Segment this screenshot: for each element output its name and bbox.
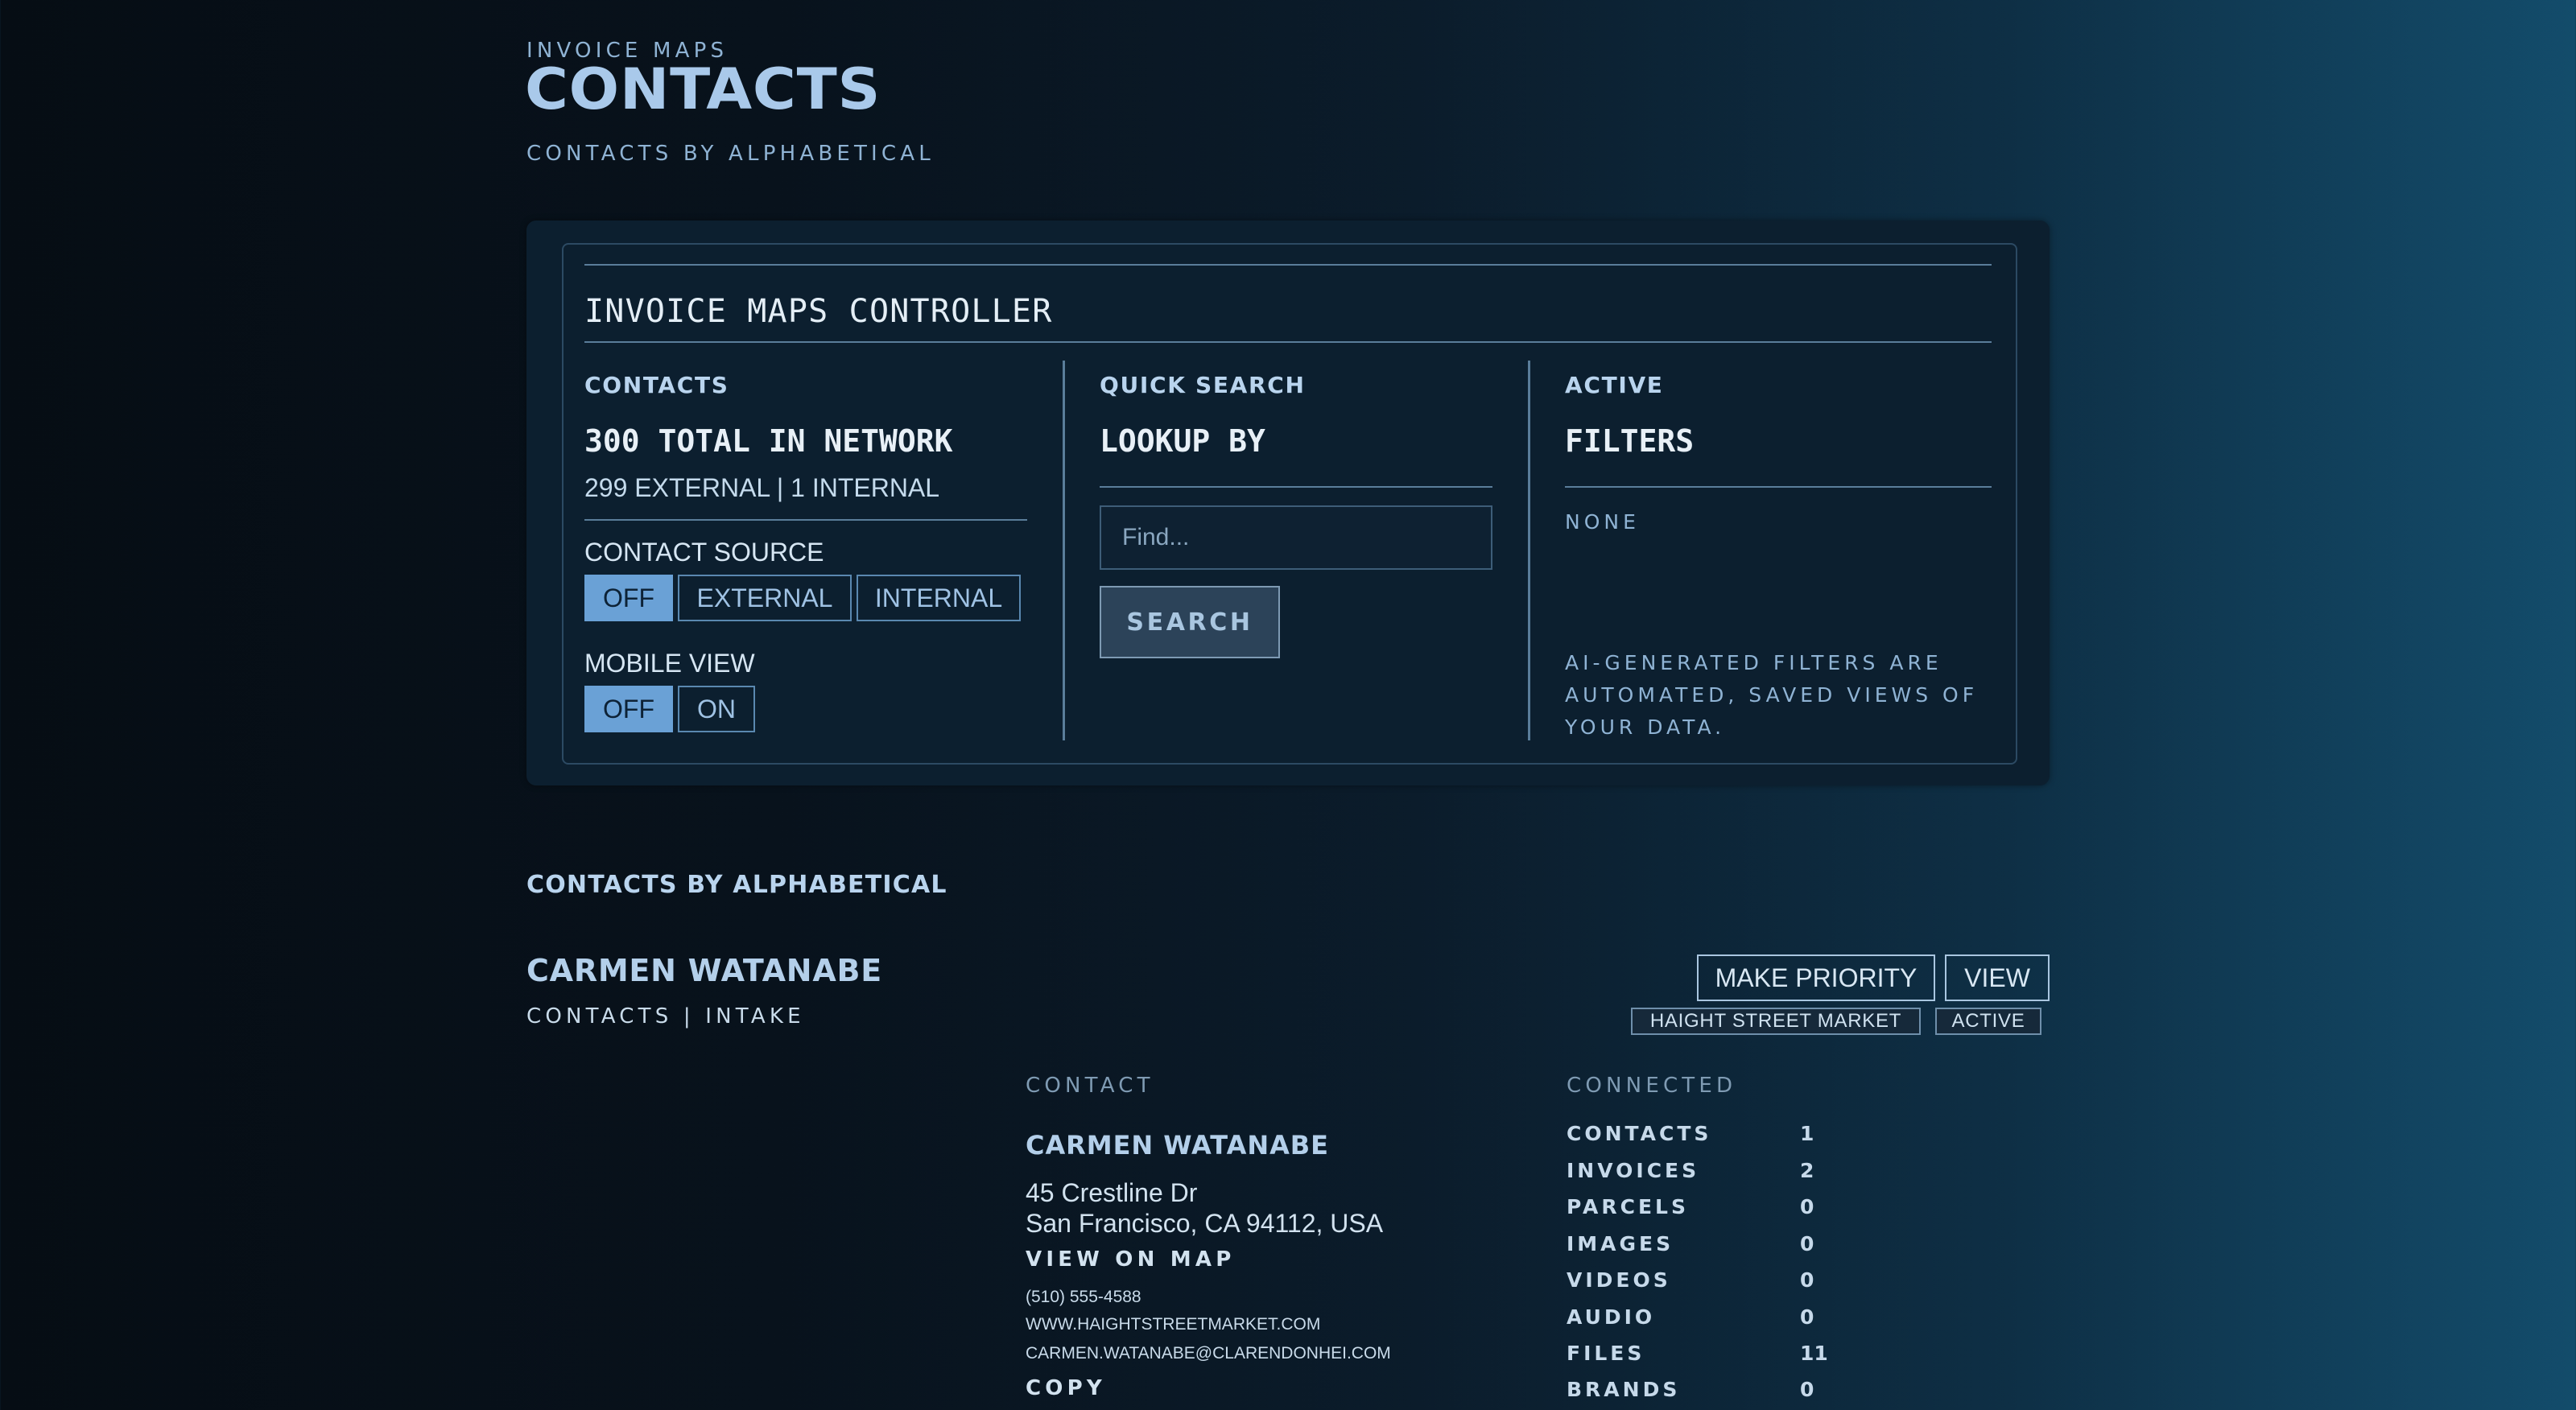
contact-source-label: CONTACT SOURCE xyxy=(584,538,824,567)
contact-name[interactable]: CARMEN WATANABE xyxy=(526,953,882,988)
connected-row: FILES 11 xyxy=(1567,1342,1840,1374)
mobile-off-button[interactable]: OFF xyxy=(584,686,673,732)
connected-count: 2 xyxy=(1800,1159,1814,1182)
connected-label: CONTACTS xyxy=(1567,1122,1712,1145)
connected-label: VIDEOS xyxy=(1567,1268,1671,1292)
divider xyxy=(584,341,1992,343)
detail-contact-name: CARMEN WATANABE xyxy=(1026,1130,1329,1161)
connected-label: INVOICES xyxy=(1567,1159,1700,1182)
connected-count: 1 xyxy=(1800,1122,1814,1145)
contacts-heading: CONTACTS xyxy=(584,372,729,398)
mobile-view-toggle: OFF ON xyxy=(584,686,755,732)
website-link[interactable]: WWW.HAIGHTSTREETMARKET.COM xyxy=(1026,1315,1320,1334)
tag-status: ACTIVE xyxy=(1935,1008,2041,1035)
connected-count: 11 xyxy=(1800,1342,1828,1365)
connected-section-label: CONNECTED xyxy=(1567,1074,1737,1098)
connected-row: CONTACTS 1 xyxy=(1567,1122,1840,1154)
connected-count: 0 xyxy=(1800,1268,1814,1292)
phone-number: (510) 555-4588 xyxy=(1026,1288,1141,1306)
contacts-total: 300 TOTAL IN NETWORK xyxy=(584,423,953,459)
view-on-map-link[interactable]: VIEW ON MAP xyxy=(1026,1247,1235,1272)
connected-label: IMAGES xyxy=(1567,1232,1674,1255)
mobile-on-button[interactable]: ON xyxy=(678,686,755,732)
quick-search-heading: QUICK SEARCH xyxy=(1100,372,1306,398)
connected-label: PARCELS xyxy=(1567,1195,1689,1218)
connected-row: VIDEOS 0 xyxy=(1567,1268,1840,1301)
divider xyxy=(584,264,1992,266)
contact-meta: CONTACTS | INTAKE xyxy=(526,1004,805,1029)
mobile-view-label: MOBILE VIEW xyxy=(584,649,755,678)
copy-label[interactable]: COPY xyxy=(1026,1376,1106,1400)
connected-row: IMAGES 0 xyxy=(1567,1232,1840,1264)
view-button[interactable]: VIEW xyxy=(1945,954,2050,1001)
controller-title: INVOICE MAPS CONTROLLER xyxy=(584,293,1053,330)
connected-row: AUDIO 0 xyxy=(1567,1305,1840,1338)
filters-label: FILTERS xyxy=(1565,423,1695,459)
contact-source-toggle: OFF EXTERNAL INTERNAL xyxy=(584,575,1021,621)
column-divider xyxy=(1063,361,1065,740)
column-divider xyxy=(1528,361,1530,740)
connected-count: 0 xyxy=(1800,1195,1814,1218)
tag-company: HAIGHT STREET MARKET xyxy=(1631,1008,1921,1035)
connected-row: PARCELS 0 xyxy=(1567,1195,1840,1227)
contacts-breakdown: 299 EXTERNAL | 1 INTERNAL xyxy=(584,473,940,502)
connected-label: FILES xyxy=(1567,1342,1645,1365)
address-line-1: 45 Crestline Dr xyxy=(1026,1178,1198,1207)
email-link[interactable]: CARMEN.WATANABE@CLARENDONHEI.COM xyxy=(1026,1344,1391,1363)
connected-row: INVOICES 2 xyxy=(1567,1159,1840,1191)
connected-count: 0 xyxy=(1800,1378,1814,1401)
divider xyxy=(1100,486,1492,488)
filters-note: AI-GENERATED FILTERS ARE AUTOMATED, SAVE… xyxy=(1565,651,1979,739)
list-heading: CONTACTS BY ALPHABETICAL xyxy=(526,871,947,899)
divider xyxy=(1565,486,1992,488)
connected-label: AUDIO xyxy=(1567,1305,1656,1329)
page-title: CONTACTS xyxy=(525,56,881,122)
connected-label: BRANDS xyxy=(1567,1378,1681,1401)
search-button[interactable]: SEARCH xyxy=(1100,586,1280,658)
divider xyxy=(584,519,1027,521)
connected-count: 0 xyxy=(1800,1232,1814,1255)
address-line-2: San Francisco, CA 94112, USA xyxy=(1026,1209,1384,1238)
source-off-button[interactable]: OFF xyxy=(584,575,673,621)
lookup-by-label: LOOKUP BY xyxy=(1100,423,1265,459)
contact-section-label: CONTACT xyxy=(1026,1074,1154,1098)
search-input[interactable]: Find... xyxy=(1100,505,1492,570)
active-filters-empty: NONE xyxy=(1565,510,1640,534)
source-internal-button[interactable]: INTERNAL xyxy=(857,575,1021,621)
connected-row: BRANDS 0 xyxy=(1567,1378,1840,1410)
source-external-button[interactable]: EXTERNAL xyxy=(678,575,852,621)
make-priority-button[interactable]: MAKE PRIORITY xyxy=(1697,954,1935,1001)
page-subtitle: CONTACTS BY ALPHABETICAL xyxy=(526,142,935,166)
active-heading: ACTIVE xyxy=(1565,372,1664,398)
connected-count: 0 xyxy=(1800,1305,1814,1329)
